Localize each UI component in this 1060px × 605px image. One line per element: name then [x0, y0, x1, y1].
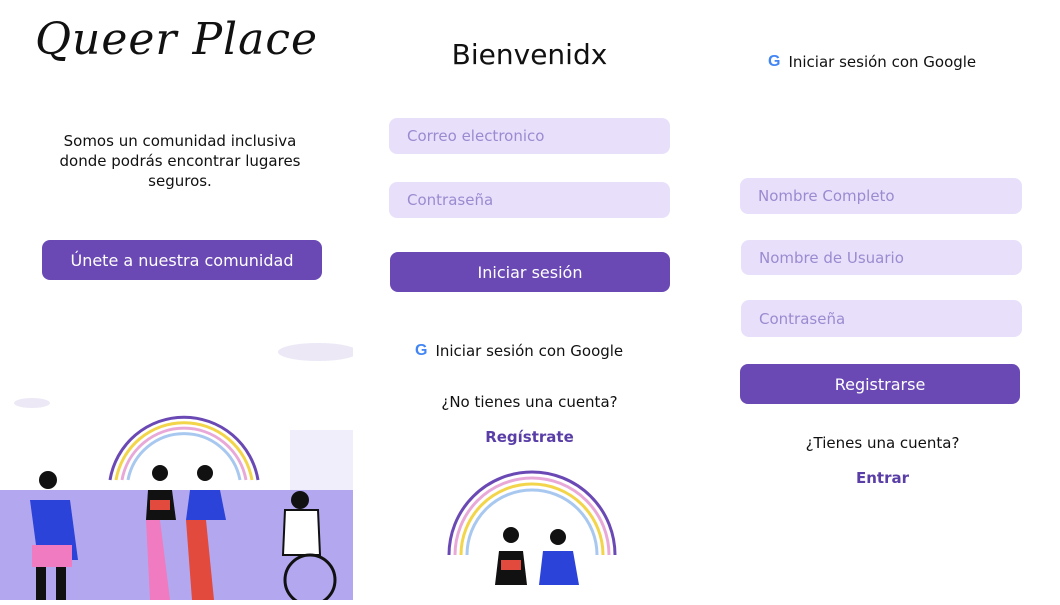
- google-icon: G: [415, 342, 428, 359]
- have-account-text: ¿Tienes una cuenta?: [805, 434, 960, 452]
- email-input[interactable]: [389, 118, 670, 154]
- join-community-button[interactable]: Únete a nuestra comunidad: [42, 240, 322, 280]
- password-input[interactable]: [389, 182, 670, 218]
- login-screen: Bienvenidx Iniciar sesión G Iniciar sesi…: [353, 0, 706, 600]
- community-illustration: [0, 343, 353, 600]
- google-login-label: Iniciar sesión con Google: [788, 53, 977, 71]
- page-title: Bienvenidx: [451, 38, 608, 71]
- password-field[interactable]: [389, 182, 670, 218]
- google-icon: G: [768, 53, 781, 70]
- brand-logo: Queer Place: [34, 14, 319, 65]
- register-button[interactable]: Registrarse: [740, 364, 1020, 404]
- google-login-label: Iniciar sesión con Google: [435, 342, 624, 360]
- login-button[interactable]: Iniciar sesión: [390, 252, 670, 292]
- username-field[interactable]: [741, 240, 1022, 275]
- rainbow-pair-illustration: [447, 470, 617, 585]
- welcome-screen: Queer Place Somos un comunidad inclusiva…: [0, 0, 353, 600]
- password-input[interactable]: [741, 300, 1022, 337]
- username-input[interactable]: [741, 240, 1022, 275]
- no-account-text: ¿No tienes una cuenta?: [441, 393, 618, 411]
- register-screen: G Iniciar sesión con Google Registrarse …: [706, 0, 1059, 600]
- email-field[interactable]: [389, 118, 670, 154]
- fullname-field[interactable]: [740, 178, 1022, 214]
- password-field[interactable]: [741, 300, 1022, 337]
- google-login-button[interactable]: G Iniciar sesión con Google: [415, 342, 623, 360]
- google-login-button[interactable]: G Iniciar sesión con Google: [768, 53, 976, 71]
- enter-link[interactable]: Entrar: [706, 469, 1059, 487]
- register-link[interactable]: Regístrate: [353, 428, 706, 446]
- fullname-input[interactable]: [740, 178, 1022, 214]
- intro-text: Somos un comunidad inclusiva donde podrá…: [59, 132, 301, 190]
